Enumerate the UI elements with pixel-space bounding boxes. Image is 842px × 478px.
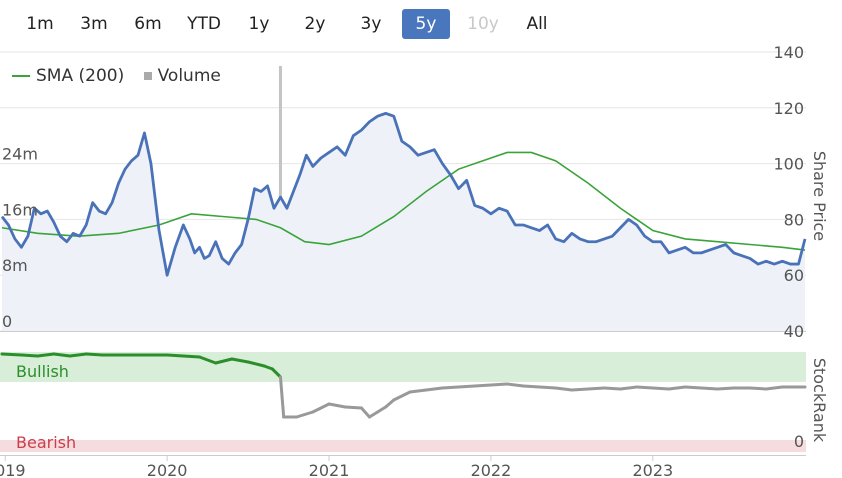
stockrank-segment <box>699 386 720 391</box>
x-tick-label: 2019 <box>0 461 26 478</box>
bearish-zone-label: Bearish <box>16 433 76 452</box>
price-tick-label: 120 <box>773 99 804 118</box>
stockrank-segment <box>602 386 622 391</box>
price-tick-label: 80 <box>784 210 804 229</box>
price-tick-label: 140 <box>773 43 804 62</box>
x-tick-label: 2023 <box>632 461 673 478</box>
stockrank-segment <box>570 387 590 392</box>
stockrank-segment <box>68 352 88 358</box>
x-tick-label: 2021 <box>309 461 350 478</box>
stockrank-segment <box>716 386 736 391</box>
volume-tick-label: 8m <box>2 256 28 275</box>
stockrank-segment <box>343 405 363 410</box>
stockrank-segment <box>473 383 493 388</box>
stockrank-segment <box>440 385 461 390</box>
stockrank-segment <box>165 353 185 358</box>
stockrank-segment <box>505 382 525 388</box>
stockrank-segment <box>408 388 428 394</box>
stockrank-segment <box>651 386 671 391</box>
stockrank-segment <box>36 352 56 358</box>
stockrank-segment <box>618 385 639 391</box>
stockrank-segment <box>384 398 396 409</box>
stockrank-segment <box>489 382 509 387</box>
stockrank-axis-title: StockRank <box>810 358 829 443</box>
price-chart: 40 60 80 100 120 140 0 8m 16m 24m Share Price Stock… <box>0 43 829 478</box>
stockrank-segment <box>311 402 331 414</box>
stockrank-segment <box>392 390 412 402</box>
stockrank-segment <box>537 385 558 390</box>
price-tick-label: 40 <box>784 322 804 341</box>
price-tick-label: 100 <box>773 155 804 174</box>
bearish-zone <box>0 440 806 452</box>
stockrank-segment <box>424 386 444 392</box>
stockrank-segment <box>295 410 315 419</box>
stockrank-segment <box>667 385 687 391</box>
price-tick-label: 60 <box>784 266 804 285</box>
x-tick-label: 2020 <box>147 461 188 478</box>
stockrank-segment <box>764 385 784 391</box>
volume-tick-label: 16m <box>2 200 38 219</box>
stockrank-segment <box>554 386 574 392</box>
stockrank-segment <box>278 375 286 419</box>
stockrank-segment <box>635 385 655 390</box>
stockrank-segment <box>52 352 72 358</box>
stockrank-segment <box>359 406 372 419</box>
stockrank-segment <box>84 352 104 357</box>
bullish-zone-label: Bullish <box>16 362 69 381</box>
price-area-fill <box>2 113 805 331</box>
x-tick-label: 2022 <box>471 461 512 478</box>
stockrank-segment <box>748 386 768 391</box>
volume-tick-label: 0 <box>2 312 12 331</box>
stockrank-segment <box>19 353 40 358</box>
volume-tick-label: 24m <box>2 145 38 164</box>
stockrank-segment <box>683 385 703 390</box>
stockrank-segment <box>457 384 477 389</box>
stockrank-segment <box>0 352 23 357</box>
rank-tick-label: 0 <box>794 432 804 451</box>
stockrank-segment <box>181 354 202 359</box>
price-axis-title: Share Price <box>810 151 829 241</box>
stockrank-segment <box>327 402 347 409</box>
stockrank-segment <box>586 386 606 391</box>
stockrank-segment <box>521 384 541 389</box>
